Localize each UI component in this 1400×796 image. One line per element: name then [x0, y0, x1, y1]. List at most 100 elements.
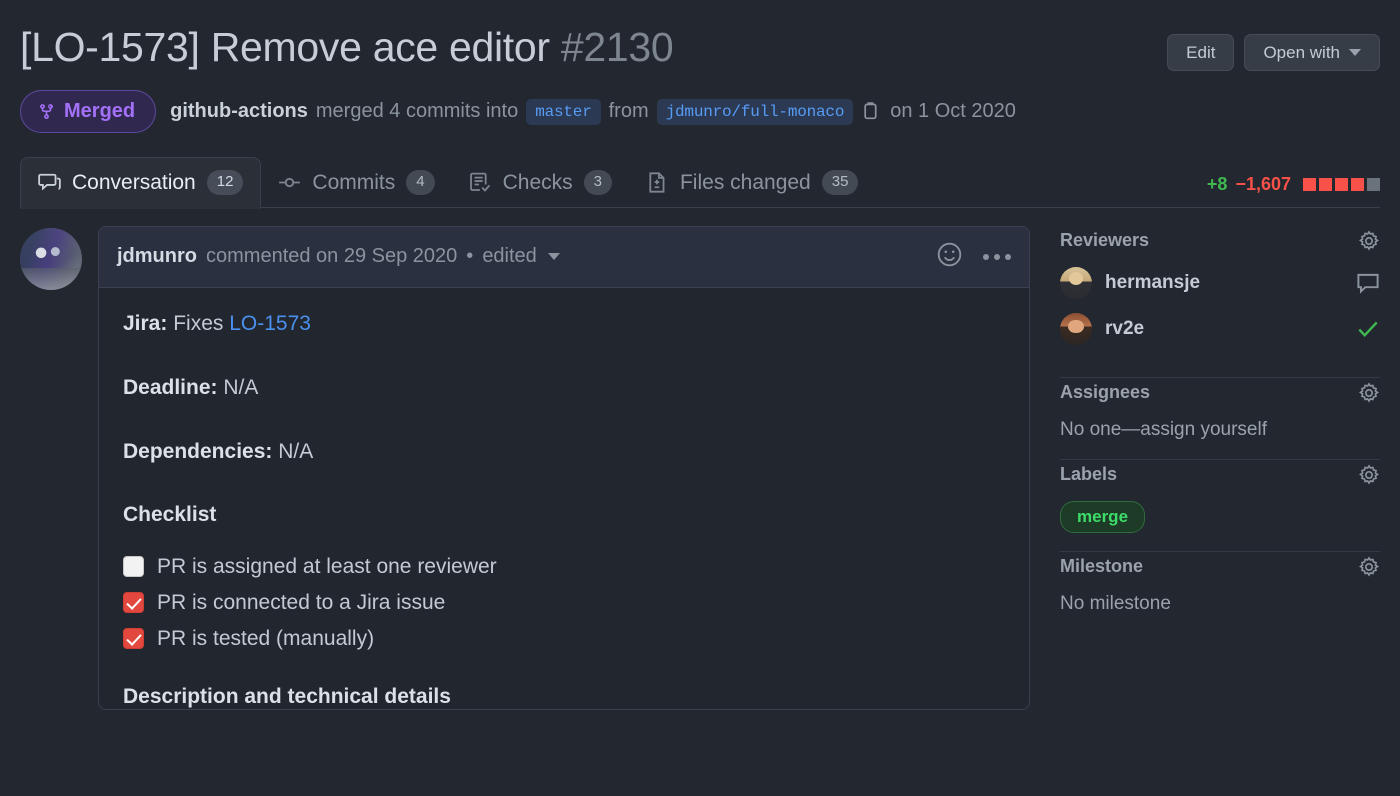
gear-icon[interactable]	[1358, 463, 1380, 486]
reviewer-name[interactable]: hermansje	[1105, 272, 1343, 294]
merge-status-text: github-actions merged 4 commits into mas…	[170, 98, 1016, 125]
comment-separator: •	[466, 245, 474, 268]
pr-header: [LO-1573] Remove ace editor #2130 Edit O…	[0, 0, 1400, 134]
pr-title-text: [LO-1573] Remove ace editor	[20, 24, 550, 70]
base-branch-chip[interactable]: master	[526, 98, 601, 125]
tab-checks[interactable]: Checks 3	[452, 157, 629, 208]
checkbox-unchecked-icon[interactable]	[123, 556, 144, 578]
sidebar: Reviewers hermansje rv2e Assignees No on…	[1030, 226, 1380, 710]
more-options-icon[interactable]	[983, 253, 1011, 260]
checklist-item[interactable]: PR is tested (manually)	[123, 627, 1005, 651]
checklist-icon	[469, 171, 492, 194]
merged-label: Merged	[64, 100, 136, 123]
merge-date: on 1 Oct 2020	[890, 100, 1016, 123]
edit-button-label: Edit	[1186, 43, 1216, 62]
sidebar-section-labels: Labels merge	[1060, 460, 1380, 552]
sidebar-section-assignees: Assignees No one—assign yourself	[1060, 378, 1380, 460]
tab-files-changed-label: Files changed	[679, 170, 811, 194]
main-content: jdmunro commented on 29 Sep 2020 • edite…	[0, 208, 1400, 710]
assignees-value[interactable]: No one—assign yourself	[1060, 419, 1380, 441]
chevron-down-icon[interactable]	[547, 253, 560, 261]
conversation-timeline: jdmunro commented on 29 Sep 2020 • edite…	[20, 225, 1030, 710]
deadline-label: Deadline:	[123, 375, 218, 399]
gear-icon[interactable]	[1358, 381, 1380, 404]
jira-text: Fixes	[173, 311, 224, 335]
jira-link[interactable]: LO-1573	[229, 312, 311, 335]
label-chip[interactable]: merge	[1060, 500, 1146, 533]
milestone-header: Milestone	[1060, 555, 1380, 578]
sidebar-section-milestone: Milestone No milestone	[1060, 552, 1380, 633]
diffstat-block	[1319, 177, 1332, 191]
emoji-reaction-icon[interactable]	[936, 241, 963, 273]
reviewer-row: rv2e	[1060, 312, 1380, 345]
comment-edited[interactable]: edited	[482, 245, 537, 268]
checklist-heading: Checklist	[123, 502, 217, 526]
checklist-item-label: PR is assigned at least one reviewer	[157, 554, 497, 578]
assignees-title: Assignees	[1060, 382, 1151, 403]
tab-commits-label: Commits	[312, 170, 396, 194]
checkbox-checked-icon[interactable]	[123, 628, 144, 650]
status-badge-merged: Merged	[20, 90, 157, 134]
diffstat-block	[1335, 177, 1348, 191]
tab-bar: Conversation 12 Commits 4 Checks 3 Files…	[0, 157, 1400, 209]
tab-conversation-count: 12	[206, 170, 244, 195]
tab-files-changed-count: 35	[821, 170, 859, 195]
milestone-title: Milestone	[1060, 556, 1144, 577]
tab-files-changed[interactable]: Files changed 35	[629, 157, 875, 208]
label-list: merge	[1060, 500, 1380, 533]
comment-icon	[38, 171, 61, 194]
git-merge-icon	[40, 104, 53, 119]
reviewer-row: hermansje	[1060, 266, 1380, 299]
merge-author[interactable]: github-actions	[170, 100, 308, 123]
diffstat-additions: +8	[1206, 173, 1228, 194]
reviewers-header: Reviewers	[1060, 229, 1380, 252]
head-branch-chip[interactable]: jdmunro/full-monaco	[656, 98, 854, 125]
tab-conversation[interactable]: Conversation 12	[20, 157, 262, 209]
jira-line: Jira: Fixes LO-1573	[123, 310, 1005, 338]
merge-status-row: Merged github-actions merged 4 commits i…	[20, 90, 1380, 134]
copy-icon[interactable]	[861, 101, 882, 122]
dependencies-label: Dependencies:	[123, 440, 273, 464]
approved-check-icon	[1356, 317, 1380, 341]
comment-header-actions	[936, 241, 1011, 273]
open-with-button[interactable]: Open with	[1244, 34, 1380, 71]
edit-button[interactable]: Edit	[1167, 34, 1235, 71]
tabs: Conversation 12 Commits 4 Checks 3 Files…	[20, 157, 1380, 209]
pull-request-page: [LO-1573] Remove ace editor #2130 Edit O…	[0, 0, 1400, 796]
gear-icon[interactable]	[1358, 555, 1380, 578]
checklist-item[interactable]: PR is connected to a Jira issue	[123, 591, 1005, 615]
diffstat-deletions: −1,607	[1235, 173, 1291, 194]
checklist-item-label: PR is tested (manually)	[157, 626, 375, 650]
milestone-value: No milestone	[1060, 592, 1171, 614]
from-word: from	[608, 100, 649, 123]
comment-header: jdmunro commented on 29 Sep 2020 • edite…	[99, 226, 1029, 288]
avatar[interactable]	[1060, 312, 1092, 345]
gear-icon[interactable]	[1358, 229, 1380, 252]
diffstat-block	[1367, 177, 1380, 191]
checkbox-checked-icon[interactable]	[123, 592, 144, 614]
checklist: PR is assigned at least one reviewer PR i…	[123, 555, 1005, 651]
title-row: [LO-1573] Remove ace editor #2130 Edit O…	[20, 22, 1380, 72]
open-with-button-label: Open with	[1263, 43, 1340, 62]
comment-meta: jdmunro commented on 29 Sep 2020 • edite…	[117, 245, 560, 268]
reviewer-name[interactable]: rv2e	[1105, 318, 1343, 340]
diffstat-blocks	[1303, 177, 1380, 191]
diffstat-block	[1303, 177, 1316, 191]
comment-action: commented on 29 Sep 2020	[206, 245, 458, 268]
avatar[interactable]	[1060, 266, 1092, 299]
checklist-item[interactable]: PR is assigned at least one reviewer	[123, 555, 1005, 579]
reviewer-list: hermansje rv2e	[1060, 266, 1380, 345]
labels-header: Labels	[1060, 463, 1380, 486]
comment-author[interactable]: jdmunro	[117, 245, 197, 268]
tab-commits-count: 4	[406, 170, 435, 195]
tab-commits[interactable]: Commits 4	[261, 157, 451, 208]
dependencies-line: Dependencies: N/A	[123, 438, 1005, 466]
merge-verb: merged 4 commits into	[315, 100, 519, 123]
tab-checks-count: 3	[583, 170, 612, 195]
jira-label: Jira:	[123, 311, 168, 335]
commit-icon	[278, 171, 301, 194]
description-heading: Description and technical details	[123, 684, 451, 708]
dependencies-value: N/A	[278, 440, 314, 464]
avatar[interactable]	[20, 227, 82, 290]
comment-card: jdmunro commented on 29 Sep 2020 • edite…	[98, 225, 1030, 710]
